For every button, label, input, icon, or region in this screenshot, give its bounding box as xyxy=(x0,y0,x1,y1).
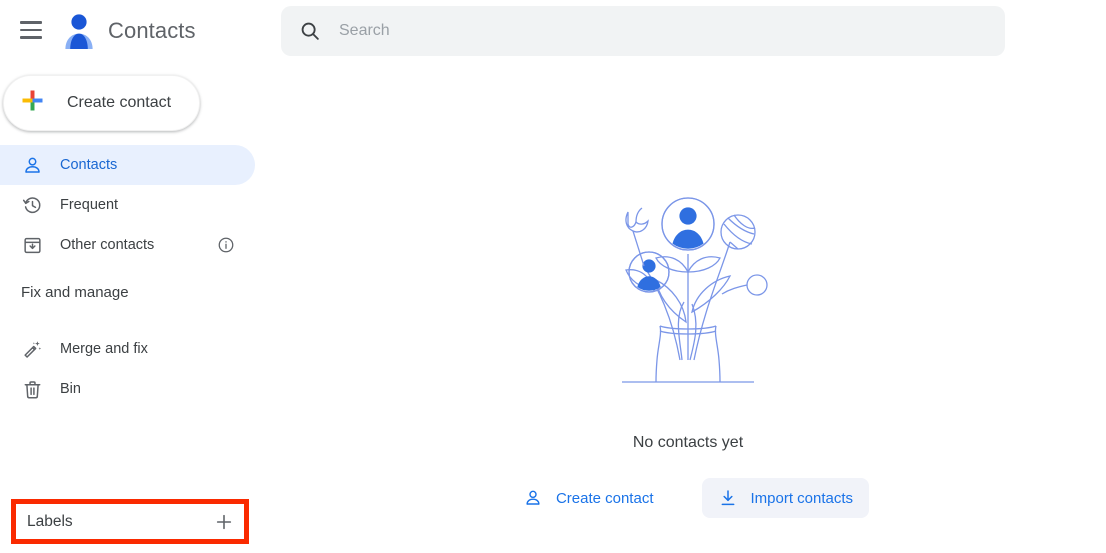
sidebar-item-label: Other contacts xyxy=(60,237,155,253)
sidebar-item-label: Bin xyxy=(60,381,81,397)
flowers-in-vase-with-contact-avatars-illustration xyxy=(600,184,776,390)
hamburger-line xyxy=(20,21,42,24)
empty-state: No contacts yet Create contact Import co… xyxy=(270,62,1106,553)
main-content: No contacts yet Create contact Import co… xyxy=(270,62,1106,553)
app-brand[interactable]: Contacts xyxy=(62,8,196,54)
fix-and-manage-heading: Fix and manage xyxy=(21,284,129,301)
create-contact-button[interactable]: Create contact xyxy=(3,75,201,131)
create-contact-button-label: Create contact xyxy=(67,94,172,111)
archive-down-icon xyxy=(21,234,43,256)
sidebar-primary-nav: Contacts Frequent Other contacts xyxy=(0,145,270,265)
empty-action-label: Create contact xyxy=(555,489,654,507)
trash-bin-icon xyxy=(21,378,43,400)
sidebar-item-label: Frequent xyxy=(60,197,119,213)
sidebar: Create contact Contacts Frequent Other c… xyxy=(0,62,270,553)
import-contacts-button[interactable]: Import contacts xyxy=(701,478,870,518)
sidebar-item-label: Merge and fix xyxy=(60,341,148,357)
top-bar: Contacts xyxy=(0,0,1106,62)
contacts-person-logo-icon xyxy=(62,11,96,51)
page-title: Contacts xyxy=(108,18,196,43)
search-bar[interactable] xyxy=(281,6,1005,56)
history-clock-icon xyxy=(21,194,43,216)
sidebar-item-merge-and-fix[interactable]: Merge and fix xyxy=(0,329,255,369)
hamburger-line xyxy=(20,36,42,39)
sidebar-item-label: Contacts xyxy=(60,157,118,173)
search-icon xyxy=(299,20,321,42)
sidebar-item-frequent[interactable]: Frequent xyxy=(0,185,255,225)
google-plus-icon xyxy=(20,88,45,118)
person-add-icon xyxy=(523,488,543,508)
search-input[interactable] xyxy=(339,22,987,40)
labels-header-row[interactable]: Labels xyxy=(16,504,244,539)
sidebar-item-bin[interactable]: Bin xyxy=(0,369,255,409)
labels-section: Labels xyxy=(11,499,249,544)
create-contact-link-button[interactable]: Create contact xyxy=(507,478,670,518)
contacts-app-window: Contacts Create contact xyxy=(0,0,1106,553)
create-label-plus-icon[interactable] xyxy=(214,512,234,532)
info-icon[interactable] xyxy=(217,236,235,254)
empty-action-label: Import contacts xyxy=(750,489,854,507)
sidebar-item-contacts[interactable]: Contacts xyxy=(0,145,255,185)
sidebar-fix-and-manage-nav: Merge and fix Bin xyxy=(0,329,270,409)
person-outline-icon xyxy=(21,154,43,176)
hamburger-line xyxy=(20,28,42,32)
empty-state-actions: Create contact Import contacts xyxy=(507,478,870,518)
magic-wand-icon xyxy=(21,338,43,360)
hamburger-menu-icon[interactable] xyxy=(20,17,46,43)
empty-state-title: No contacts yet xyxy=(632,434,744,451)
download-import-icon xyxy=(718,488,738,508)
sidebar-item-other-contacts[interactable]: Other contacts xyxy=(0,225,255,265)
labels-heading: Labels xyxy=(27,512,73,530)
